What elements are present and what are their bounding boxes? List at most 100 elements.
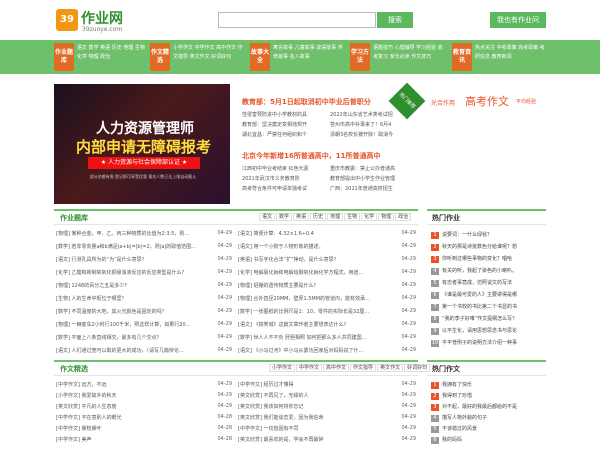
list-item[interactable]: [语文] 《搞笑城》这篇文章作者主要想表达什么？ 04-29 xyxy=(238,321,416,330)
nav-links-story[interactable]: 寓言故事 儿童故事 成语故事 传奇故事 名人故事 xyxy=(273,44,343,62)
list-item-title[interactable]: [英文欣赏] 不再见了，无缘的人 xyxy=(238,392,392,399)
tab-subject[interactable]: 数学 xyxy=(276,213,293,221)
list-item-title[interactable]: [中学作文] 一切皆因有不同 xyxy=(238,425,392,432)
tab-essay-type[interactable]: 好词好句 xyxy=(404,364,431,372)
promo-link-3[interactable]: 平均经验 xyxy=(516,98,536,105)
list-item[interactable]: [小学作文] 我爱故乡的秋天 04-29 xyxy=(56,392,232,401)
list-item-title[interactable]: [英文欣赏] 平凡的人生态度 xyxy=(56,403,208,410)
news-link[interactable]: 教育部提出中小学生作业管理 xyxy=(330,174,418,184)
list-item-title[interactable]: [中学作文] 撕枝撕叶 xyxy=(56,425,208,432)
hot-item-title[interactable]: 我得到了珍惜 xyxy=(442,393,472,399)
ask-question-button[interactable]: 我也有作业问 xyxy=(490,12,546,28)
list-item[interactable]: [英文欣赏] 平凡的人生态度 04-29 xyxy=(56,403,232,412)
list-item-title[interactable]: [中学作文] 不在意别人的眼光 xyxy=(56,414,208,421)
list-item[interactable]: [英文欣赏] 不再见了，无缘的人 04-29 xyxy=(238,392,416,401)
news-link[interactable]: 清朝3名校长被开除！取消今 xyxy=(330,130,418,140)
list-item-title[interactable]: [语文] 用一个小狗于人物形象的描述。 xyxy=(238,243,392,250)
list-item[interactable]: [物理] 一辆客车2小时行100千米，照这样计算，如果行20... 04-29 xyxy=(56,321,232,330)
tab-essay-type[interactable]: 英文作文 xyxy=(377,364,404,372)
list-item[interactable]: [中学作文] 一切皆因有不同 04-29 xyxy=(238,425,416,434)
hot-item-title[interactable]: 第一个书较的书比第二个书显的书 xyxy=(442,304,517,310)
search-button[interactable]: 搜索 xyxy=(377,12,413,28)
news-link[interactable]: 高考符合条件可申请单独考试 xyxy=(242,184,330,194)
list-item-title[interactable]: [数学] 不同温度的大地，其火光颜色是固定的吗？ xyxy=(56,308,208,315)
list-item[interactable]: [数学] 世人人不不负 肝胆相照 如何把那么多人共同建国... 04-29 xyxy=(238,334,416,343)
list-item[interactable]: [语文] 简便计算：4.32×1.6÷0.4 04-29 xyxy=(238,230,416,239)
hot-item-title[interactable]: “我的李子好难”作文提纲怎么写？ xyxy=(442,316,517,322)
nav-cat-method[interactable]: 学习方法 xyxy=(350,43,370,71)
list-item-title[interactable]: [英文欣赏] 我们能谈恋爱，因为我信命 xyxy=(238,414,392,421)
site-name[interactable]: 作业网 xyxy=(81,8,123,28)
list-item[interactable]: [数学] 不同温度的大地，其火光颜色是固定的吗？ 04-29 xyxy=(56,308,232,317)
list-item[interactable]: [物理] 铝棚的遗传物质主要是什么？ 04-29 xyxy=(238,282,416,291)
list-item-title[interactable]: [语文] 简便计算：4.32×1.6÷0.4 xyxy=(238,230,392,237)
search-input[interactable] xyxy=(218,12,376,28)
promo-link-1[interactable]: 光合作用 xyxy=(431,98,455,107)
tab-essay-type[interactable]: 高中作文 xyxy=(323,364,350,372)
list-item[interactable]: [英文欣赏] 我们能谈恋爱，因为我信命 04-29 xyxy=(238,414,416,423)
tab-essay-type[interactable]: 中学作文 xyxy=(296,364,323,372)
tab-subject[interactable]: 英语 xyxy=(293,213,310,221)
list-item[interactable]: [物理] 某种合金，甲、乙、丙三种物质的比值为2:3:5，则... 04-29 xyxy=(56,230,232,239)
list-item[interactable]: [物理] 1248的百分之五是多少? 04-29 xyxy=(56,282,232,291)
headline-1[interactable]: 教育部：5月1日起取消初中毕业后普职分 xyxy=(242,97,371,107)
tab-subject[interactable]: 生物 xyxy=(344,213,361,221)
list-item-title[interactable]: [数学] 若非零向量a和b满足|a+b|=|b|=2，则|a|的取值范围... xyxy=(56,243,208,250)
list-item[interactable]: [语文] 用一个小狗于人物形象的描述。 04-29 xyxy=(238,243,416,252)
list-item[interactable]: [中学作文] 经历过才懂得 04-29 xyxy=(238,381,416,390)
hot-item-title[interactable]: 以平生化，请用思想思念书与思论 xyxy=(442,328,517,334)
list-item[interactable]: [数学] 平面上八条直线相交，最多有几个交点？ 04-29 xyxy=(56,334,232,343)
nav-links-essay[interactable]: 小学作文 中学作文 高中作文 作文指导 英文作文 好词好句 xyxy=(173,44,243,62)
tab-subject[interactable]: 语文 xyxy=(259,213,276,221)
list-item[interactable]: [物理] 合外直径20MM，壁厚1.5MM的管道内，能有效承... 04-29 xyxy=(238,295,416,304)
nav-cat-news[interactable]: 教育资讯 xyxy=(452,43,472,71)
promo-link-2[interactable]: 高考作文 xyxy=(465,93,509,109)
list-item-title[interactable]: [化学] 乙醛和新制氧氧化铜悬浊液反应的反应类型是什么? xyxy=(56,269,208,276)
list-item[interactable]: [化学] 电解氯化钠和电解熔融氧化钠化学方程式，用途... 04-29 xyxy=(238,269,416,278)
hot-item[interactable]: 10 平平普例子的说明方法介绍一种事 xyxy=(431,339,546,347)
tab-subject[interactable]: 化学 xyxy=(361,213,378,221)
list-item-title[interactable]: [中学作文] 美声 xyxy=(56,436,208,443)
list-item-title[interactable]: [数学] 世人人不不负 肝胆相照 如何把那么多人共同建国... xyxy=(238,334,392,341)
hot-item[interactable]: 9 以平生化，请用思想思念书与思论 xyxy=(431,327,546,335)
hot-item[interactable]: 4 有关的听，我起了染色的小喇叭。 xyxy=(431,267,546,275)
news-link[interactable]: 苍州市高中补录来了！6月4 xyxy=(330,120,418,130)
hot-item-title[interactable]: 我的妈妈 xyxy=(442,437,462,443)
list-item-title[interactable]: [英文欣赏] 我该如何将你忘记 xyxy=(238,403,392,410)
nav-links-method[interactable]: 语题技巧 心理辅导 学习经验 高考复习 家长必读 作文技巧 xyxy=(373,44,445,62)
list-item[interactable]: [语文] 《小马过河》中小马从勇功回家后对妈妈说了什... 04-29 xyxy=(238,347,416,356)
list-item-title[interactable]: [物理] 1248的百分之五是多少? xyxy=(56,282,208,289)
nav-links-news[interactable]: 热点关注 中考政策 高考政策 考研信息 教育新闻 xyxy=(475,44,545,62)
list-item[interactable]: [语文] 行测孔具所为的“为”是什么意思？ 04-29 xyxy=(56,256,232,265)
list-item[interactable]: [数学] 一张图纸的比例尺是1：10，零件的实际长是32厘... 04-29 xyxy=(238,308,416,317)
list-item-title[interactable]: [英文欣赏] 最喜欢的是，学会不再破碎 xyxy=(238,436,392,443)
list-item-title[interactable]: [英语] 书写字化合法“扩“挣动，是什么意思？ xyxy=(238,256,392,263)
hot-item[interactable]: 5 有志者事竟成，仿照谈文的写法 xyxy=(431,279,546,287)
nav-cat-homework[interactable]: 作业题库 xyxy=(54,43,74,71)
list-item[interactable]: [英文欣赏] 我该如何将你忘记 04-29 xyxy=(238,403,416,412)
hot-item-title[interactable]: 你听到过哪些事物的变化？唱哈 xyxy=(442,256,512,262)
news-link[interactable]: 重庆市教委：禁止公办普通高 xyxy=(330,164,418,174)
list-item-title[interactable]: [语文] 行测孔具所为的“为”是什么意思？ xyxy=(56,256,208,263)
hot-item-title[interactable]: 有关的听，我起了染色的小喇叭。 xyxy=(442,268,517,274)
site-logo[interactable]: 39 xyxy=(56,9,78,31)
list-item-title[interactable]: [语文] 《小马过河》中小马从勇功回家后对妈妈说了什... xyxy=(238,347,392,354)
hot-item-title[interactable]: 不该错过的风景 xyxy=(442,426,477,432)
hot-item[interactable]: 1 我拥有了快乐 xyxy=(431,381,546,389)
hot-item[interactable]: 6 我的妈妈 xyxy=(431,436,546,444)
list-item-title[interactable]: [物理] 某种合金，甲、乙、丙三种物质的比值为2:3:5，则... xyxy=(56,230,208,237)
news-link[interactable]: 教育部：坚决奠定变相违规开 xyxy=(242,120,330,130)
list-item[interactable]: [化学] 乙醛和新制氧氧化铜悬浊液反应的反应类型是什么? 04-29 xyxy=(56,269,232,278)
nav-cat-story[interactable]: 故事大全 xyxy=(250,43,270,71)
hot-item[interactable]: 2 秋天的那是诗批数色分给谁呢？想 xyxy=(431,243,546,251)
list-item[interactable]: [生物] 人的生命中枢位于哪里？ 04-29 xyxy=(56,295,232,304)
tab-subject[interactable]: 政治 xyxy=(395,213,412,221)
list-item-title[interactable]: [物理] 合外直径20MM，壁厚1.5MM的管道内，能有效承... xyxy=(238,295,392,302)
nav-links-homework[interactable]: 语文 数学 英语 历史 地理 生物 化学 物理 政治 xyxy=(77,44,147,62)
news-link[interactable]: 性侵害预防进中小学教材的具 xyxy=(242,110,330,120)
list-item-title[interactable]: [物理] 一辆客车2小时行100千米，照这样计算，如果行20... xyxy=(56,321,208,328)
list-item-title[interactable]: [物理] 铝棚的遗传物质主要是什么？ xyxy=(238,282,392,289)
list-item[interactable]: [英文欣赏] 最喜欢的是，学会不再破碎 04-29 xyxy=(238,436,416,445)
tab-subject[interactable]: 地理 xyxy=(327,213,344,221)
hot-item-title[interactable]: 说要词：一什么绿毯？ xyxy=(442,232,492,238)
